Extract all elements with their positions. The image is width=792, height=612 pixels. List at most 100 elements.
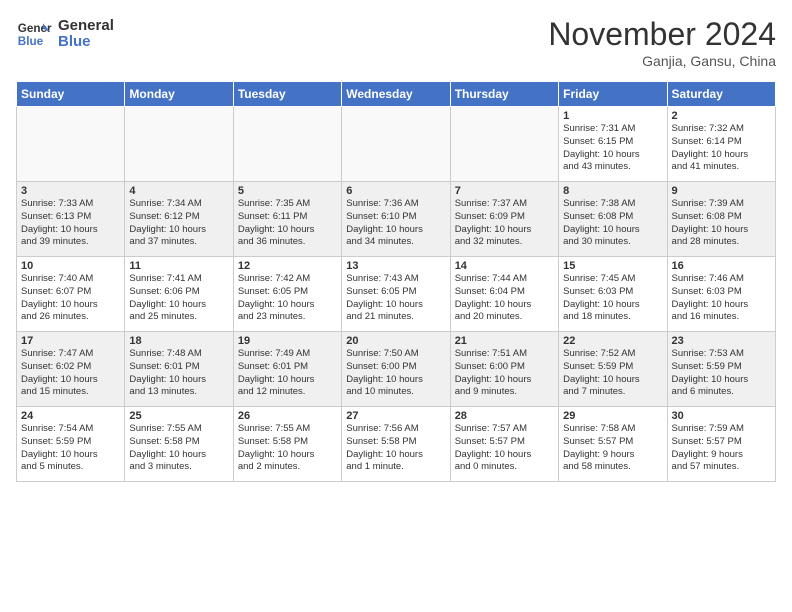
day-info: Sunrise: 7:43 AM Sunset: 6:05 PM Dayligh… (346, 273, 445, 324)
week-row-1: 1Sunrise: 7:31 AM Sunset: 6:15 PM Daylig… (17, 107, 776, 182)
day-info: Sunrise: 7:38 AM Sunset: 6:08 PM Dayligh… (563, 198, 662, 249)
month-title: November 2024 (548, 16, 776, 53)
calendar-cell (233, 107, 341, 182)
calendar-cell (125, 107, 233, 182)
page-header: General Blue General Blue November 2024 … (16, 16, 776, 69)
day-info: Sunrise: 7:50 AM Sunset: 6:00 PM Dayligh… (346, 348, 445, 399)
day-info: Sunrise: 7:55 AM Sunset: 5:58 PM Dayligh… (129, 423, 228, 474)
day-number: 20 (346, 335, 445, 347)
day-number: 10 (21, 260, 120, 272)
calendar-cell: 5Sunrise: 7:35 AM Sunset: 6:11 PM Daylig… (233, 182, 341, 257)
calendar-cell: 3Sunrise: 7:33 AM Sunset: 6:13 PM Daylig… (17, 182, 125, 257)
calendar-cell: 13Sunrise: 7:43 AM Sunset: 6:05 PM Dayli… (342, 257, 450, 332)
calendar-cell: 25Sunrise: 7:55 AM Sunset: 5:58 PM Dayli… (125, 407, 233, 482)
day-info: Sunrise: 7:53 AM Sunset: 5:59 PM Dayligh… (672, 348, 771, 399)
day-number: 14 (455, 260, 554, 272)
weekday-header-monday: Monday (125, 82, 233, 107)
calendar-cell: 30Sunrise: 7:59 AM Sunset: 5:57 PM Dayli… (667, 407, 775, 482)
day-number: 22 (563, 335, 662, 347)
calendar-cell: 6Sunrise: 7:36 AM Sunset: 6:10 PM Daylig… (342, 182, 450, 257)
day-number: 21 (455, 335, 554, 347)
day-number: 25 (129, 410, 228, 422)
calendar-cell: 7Sunrise: 7:37 AM Sunset: 6:09 PM Daylig… (450, 182, 558, 257)
calendar-cell: 22Sunrise: 7:52 AM Sunset: 5:59 PM Dayli… (559, 332, 667, 407)
day-number: 6 (346, 185, 445, 197)
day-number: 23 (672, 335, 771, 347)
day-info: Sunrise: 7:40 AM Sunset: 6:07 PM Dayligh… (21, 273, 120, 324)
day-number: 28 (455, 410, 554, 422)
day-info: Sunrise: 7:36 AM Sunset: 6:10 PM Dayligh… (346, 198, 445, 249)
day-number: 7 (455, 185, 554, 197)
day-number: 2 (672, 110, 771, 122)
day-info: Sunrise: 7:57 AM Sunset: 5:57 PM Dayligh… (455, 423, 554, 474)
weekday-header-tuesday: Tuesday (233, 82, 341, 107)
calendar-cell: 24Sunrise: 7:54 AM Sunset: 5:59 PM Dayli… (17, 407, 125, 482)
week-row-2: 3Sunrise: 7:33 AM Sunset: 6:13 PM Daylig… (17, 182, 776, 257)
calendar-cell: 15Sunrise: 7:45 AM Sunset: 6:03 PM Dayli… (559, 257, 667, 332)
day-number: 24 (21, 410, 120, 422)
day-info: Sunrise: 7:47 AM Sunset: 6:02 PM Dayligh… (21, 348, 120, 399)
calendar-cell: 10Sunrise: 7:40 AM Sunset: 6:07 PM Dayli… (17, 257, 125, 332)
logo: General Blue General Blue (16, 16, 114, 52)
calendar-cell (17, 107, 125, 182)
day-number: 1 (563, 110, 662, 122)
day-number: 27 (346, 410, 445, 422)
logo-blue: Blue (58, 34, 114, 51)
day-number: 12 (238, 260, 337, 272)
calendar-table: SundayMondayTuesdayWednesdayThursdayFrid… (16, 81, 776, 482)
day-number: 19 (238, 335, 337, 347)
weekday-header-saturday: Saturday (667, 82, 775, 107)
day-info: Sunrise: 7:35 AM Sunset: 6:11 PM Dayligh… (238, 198, 337, 249)
calendar-cell: 23Sunrise: 7:53 AM Sunset: 5:59 PM Dayli… (667, 332, 775, 407)
day-info: Sunrise: 7:49 AM Sunset: 6:01 PM Dayligh… (238, 348, 337, 399)
day-info: Sunrise: 7:59 AM Sunset: 5:57 PM Dayligh… (672, 423, 771, 474)
week-row-4: 17Sunrise: 7:47 AM Sunset: 6:02 PM Dayli… (17, 332, 776, 407)
day-number: 15 (563, 260, 662, 272)
day-info: Sunrise: 7:52 AM Sunset: 5:59 PM Dayligh… (563, 348, 662, 399)
day-info: Sunrise: 7:54 AM Sunset: 5:59 PM Dayligh… (21, 423, 120, 474)
weekday-header-thursday: Thursday (450, 82, 558, 107)
day-info: Sunrise: 7:55 AM Sunset: 5:58 PM Dayligh… (238, 423, 337, 474)
day-info: Sunrise: 7:48 AM Sunset: 6:01 PM Dayligh… (129, 348, 228, 399)
calendar-cell: 9Sunrise: 7:39 AM Sunset: 6:08 PM Daylig… (667, 182, 775, 257)
calendar-cell: 1Sunrise: 7:31 AM Sunset: 6:15 PM Daylig… (559, 107, 667, 182)
weekday-header-row: SundayMondayTuesdayWednesdayThursdayFrid… (17, 82, 776, 107)
day-info: Sunrise: 7:37 AM Sunset: 6:09 PM Dayligh… (455, 198, 554, 249)
calendar-cell: 12Sunrise: 7:42 AM Sunset: 6:05 PM Dayli… (233, 257, 341, 332)
day-info: Sunrise: 7:56 AM Sunset: 5:58 PM Dayligh… (346, 423, 445, 474)
calendar-cell: 11Sunrise: 7:41 AM Sunset: 6:06 PM Dayli… (125, 257, 233, 332)
logo-general: General (58, 18, 114, 35)
day-number: 26 (238, 410, 337, 422)
calendar-cell: 2Sunrise: 7:32 AM Sunset: 6:14 PM Daylig… (667, 107, 775, 182)
title-block: November 2024 Ganjia, Gansu, China (548, 16, 776, 69)
day-info: Sunrise: 7:39 AM Sunset: 6:08 PM Dayligh… (672, 198, 771, 249)
calendar-cell: 27Sunrise: 7:56 AM Sunset: 5:58 PM Dayli… (342, 407, 450, 482)
day-info: Sunrise: 7:34 AM Sunset: 6:12 PM Dayligh… (129, 198, 228, 249)
day-info: Sunrise: 7:45 AM Sunset: 6:03 PM Dayligh… (563, 273, 662, 324)
weekday-header-wednesday: Wednesday (342, 82, 450, 107)
calendar-cell: 26Sunrise: 7:55 AM Sunset: 5:58 PM Dayli… (233, 407, 341, 482)
calendar-cell: 4Sunrise: 7:34 AM Sunset: 6:12 PM Daylig… (125, 182, 233, 257)
calendar-cell: 21Sunrise: 7:51 AM Sunset: 6:00 PM Dayli… (450, 332, 558, 407)
day-info: Sunrise: 7:46 AM Sunset: 6:03 PM Dayligh… (672, 273, 771, 324)
weekday-header-sunday: Sunday (17, 82, 125, 107)
day-info: Sunrise: 7:41 AM Sunset: 6:06 PM Dayligh… (129, 273, 228, 324)
day-number: 30 (672, 410, 771, 422)
calendar-cell (342, 107, 450, 182)
location: Ganjia, Gansu, China (548, 53, 776, 69)
calendar-cell: 18Sunrise: 7:48 AM Sunset: 6:01 PM Dayli… (125, 332, 233, 407)
day-info: Sunrise: 7:31 AM Sunset: 6:15 PM Dayligh… (563, 123, 662, 174)
week-row-3: 10Sunrise: 7:40 AM Sunset: 6:07 PM Dayli… (17, 257, 776, 332)
calendar-cell: 8Sunrise: 7:38 AM Sunset: 6:08 PM Daylig… (559, 182, 667, 257)
day-info: Sunrise: 7:51 AM Sunset: 6:00 PM Dayligh… (455, 348, 554, 399)
day-number: 17 (21, 335, 120, 347)
day-number: 18 (129, 335, 228, 347)
day-number: 13 (346, 260, 445, 272)
day-number: 11 (129, 260, 228, 272)
day-info: Sunrise: 7:32 AM Sunset: 6:14 PM Dayligh… (672, 123, 771, 174)
logo-icon: General Blue (16, 16, 52, 52)
day-number: 29 (563, 410, 662, 422)
day-number: 9 (672, 185, 771, 197)
week-row-5: 24Sunrise: 7:54 AM Sunset: 5:59 PM Dayli… (17, 407, 776, 482)
weekday-header-friday: Friday (559, 82, 667, 107)
